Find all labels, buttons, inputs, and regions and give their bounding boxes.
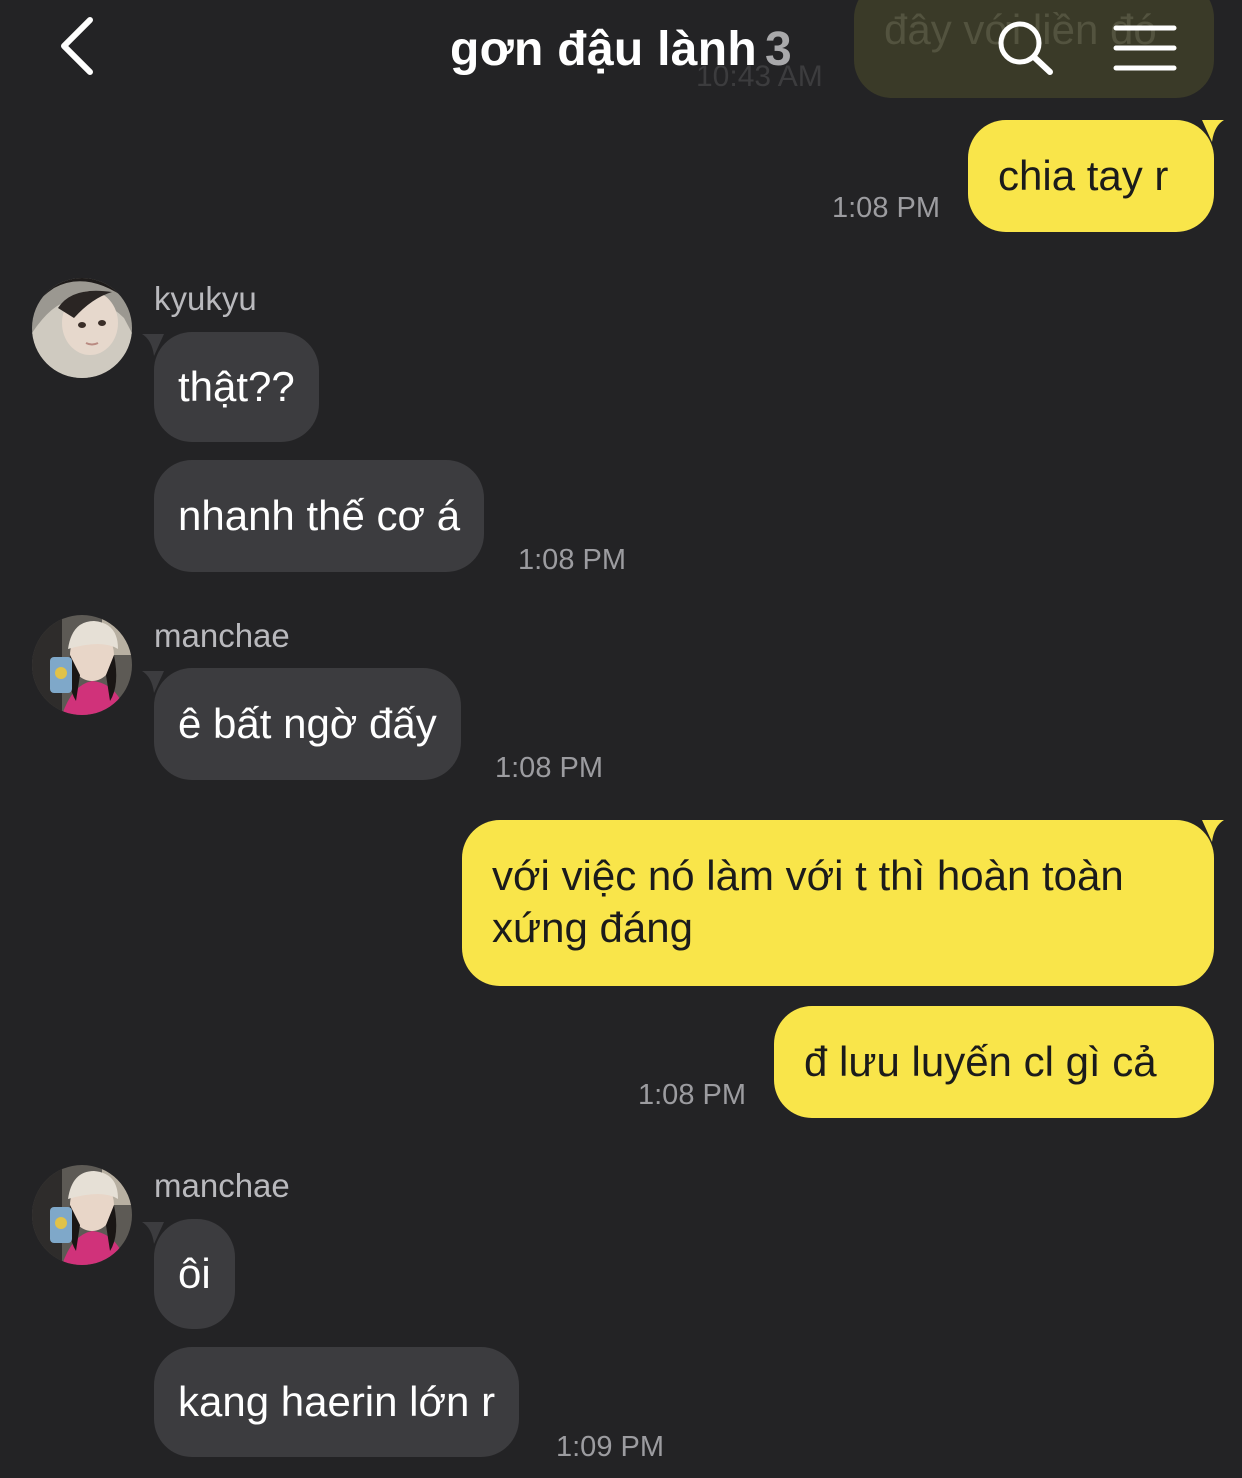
bubble-tail [1202, 820, 1224, 842]
outgoing-message[interactable]: chia tay r [968, 120, 1214, 232]
search-button[interactable] [992, 16, 1058, 82]
incoming-message[interactable]: kang haerin lớn r [154, 1347, 520, 1457]
avatar-manchae[interactable] [32, 1165, 132, 1265]
outgoing-message[interactable]: đ lưu luyến cl gì cả [774, 1006, 1214, 1118]
avatar-manchae[interactable] [32, 615, 132, 715]
hamburger-menu-icon [1113, 25, 1177, 71]
search-icon [998, 21, 1053, 75]
sender-name: manchae [154, 1167, 290, 1204]
bubble-tail [1202, 120, 1224, 142]
incoming-message[interactable]: thật?? [154, 332, 319, 442]
chat-name: gơn đậu lành [449, 23, 758, 76]
message-time: 1:09 PM [556, 1431, 664, 1463]
incoming-message[interactable]: nhanh thế cơ á [154, 460, 485, 572]
outgoing-message[interactable]: với việc nó làm với t thì hoàn toàn xứng… [462, 820, 1214, 986]
member-count: 3 [765, 23, 793, 76]
sender-name: kyukyu [154, 280, 257, 317]
message-time: 1:08 PM [638, 1079, 746, 1111]
avatar-image [32, 615, 132, 715]
avatar-kyukyu[interactable] [32, 278, 132, 378]
message-line: với việc nó làm với t thì hoàn toàn [492, 852, 1124, 899]
avatar-image [32, 278, 132, 378]
avatar-image [32, 1165, 132, 1265]
incoming-message[interactable]: ê bất ngờ đấy [154, 668, 461, 780]
sender-name: manchae [154, 617, 290, 654]
menu-button[interactable] [1112, 22, 1178, 74]
message-time: 1:08 PM [518, 544, 626, 576]
message-time: 1:08 PM [495, 752, 603, 784]
message-line: xứng đáng [492, 904, 693, 951]
incoming-message[interactable]: ôi [154, 1219, 235, 1329]
message-time: 1:08 PM [832, 192, 940, 224]
